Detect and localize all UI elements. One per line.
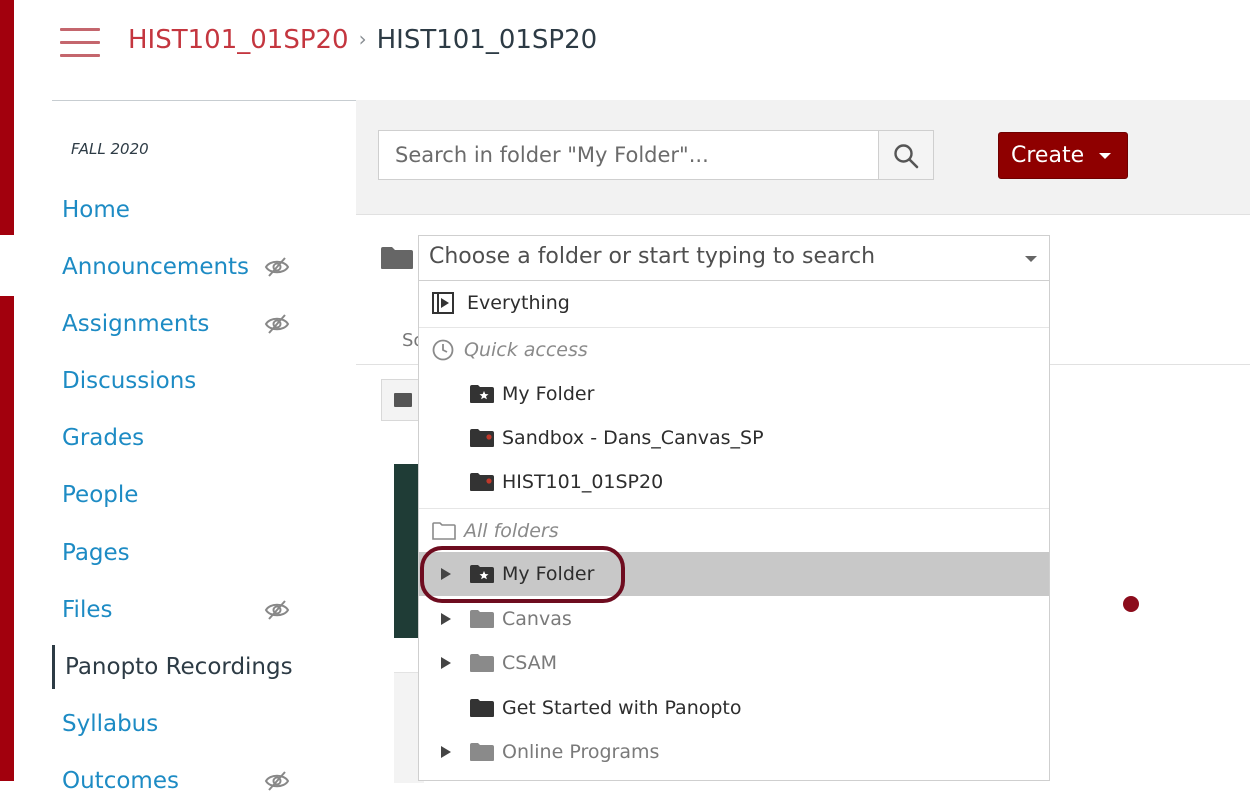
caret-down-icon[interactable] <box>1025 256 1037 262</box>
term-label: FALL 2020 <box>71 140 149 158</box>
list-item-label: Everything <box>467 292 570 314</box>
list-item-online-programs[interactable]: Online Programs <box>419 730 1049 774</box>
folder-search-input[interactable] <box>378 130 878 180</box>
folder-icon <box>470 743 494 761</box>
list-item-label: My Folder <box>502 563 595 585</box>
breadcrumb-course-link[interactable]: HIST101_01SP20 <box>128 25 349 55</box>
nav-item-home[interactable]: Home <box>62 188 342 232</box>
session-thumbnail[interactable] <box>394 464 420 638</box>
list-item-csam[interactable]: CSAM <box>419 641 1049 685</box>
folder-icon <box>381 247 413 269</box>
play-list-icon <box>432 292 454 314</box>
brand-accent-bar-top <box>0 0 14 235</box>
eye-slash-icon <box>264 314 290 334</box>
folder-dropdown: Everything Quick access My Folder Sandbo… <box>418 281 1050 781</box>
search-button[interactable] <box>878 130 934 180</box>
folder-icon <box>470 699 494 717</box>
list-item-label: My Folder <box>502 383 595 405</box>
brand-accent-bar-bottom <box>0 296 14 781</box>
nav-item-discussions[interactable]: Discussions <box>62 359 342 403</box>
folder-linked-icon <box>470 429 494 447</box>
folder-linked-icon <box>470 473 494 491</box>
breadcrumb: HIST101_01SP20 › HIST101_01SP20 <box>128 22 597 57</box>
nav-item-label: Discussions <box>62 368 197 394</box>
nav-item-panopto-recordings[interactable]: Panopto Recordings <box>52 645 339 689</box>
nav-item-people[interactable]: People <box>62 473 342 517</box>
breadcrumb-current: HIST101_01SP20 <box>376 25 598 55</box>
nav-item-outcomes[interactable]: Outcomes <box>62 759 342 803</box>
section-heading: All folders <box>464 520 559 542</box>
list-item-label: Canvas <box>502 608 572 630</box>
section-heading: Quick access <box>464 339 588 361</box>
folder-chooser-placeholder: Choose a folder or start typing to searc… <box>429 244 876 269</box>
eye-slash-icon <box>264 257 290 277</box>
folder-icon <box>394 393 412 407</box>
list-item-label: Sandbox - Dans_Canvas_SP <box>502 427 764 449</box>
nav-item-pages[interactable]: Pages <box>62 531 342 575</box>
clock-icon <box>432 339 454 361</box>
list-item-my-folder[interactable]: My Folder <box>419 552 1049 596</box>
nav-item-label: Files <box>62 597 113 623</box>
section-quick-access: Quick access <box>419 327 1049 372</box>
course-navigation: FALL 2020 Home Announcements Assignments… <box>52 100 356 794</box>
search-icon <box>894 144 919 169</box>
nav-item-label: Grades <box>62 425 145 451</box>
nav-item-label: Syllabus <box>62 711 159 737</box>
create-button-label: Create <box>1011 143 1085 168</box>
nav-item-label: Panopto Recordings <box>65 654 293 680</box>
folder-star-icon <box>470 565 494 583</box>
create-button[interactable]: Create <box>998 132 1128 179</box>
nav-item-label: Outcomes <box>62 768 179 794</box>
eye-slash-icon <box>264 771 290 791</box>
nav-item-label: Announcements <box>62 254 250 280</box>
list-item-quick-sandbox[interactable]: Sandbox - Dans_Canvas_SP <box>419 416 1049 460</box>
expand-arrow-icon[interactable] <box>441 613 451 625</box>
list-item-label: Online Programs <box>502 741 660 763</box>
folder-icon <box>470 610 494 628</box>
list-item-canvas[interactable]: Canvas <box>419 597 1049 641</box>
folder-outline-icon <box>432 522 456 540</box>
nav-item-grades[interactable]: Grades <box>62 416 342 460</box>
folder-icon <box>470 654 494 672</box>
folder-action-button[interactable] <box>381 379 421 421</box>
section-all-folders: All folders <box>419 508 1049 553</box>
breadcrumb-separator: › <box>358 27 367 51</box>
nav-item-announcements[interactable]: Announcements <box>62 245 342 289</box>
list-item-quick-hist101[interactable]: HIST101_01SP20 <box>419 460 1049 504</box>
folder-star-icon <box>470 385 494 403</box>
list-item-get-started[interactable]: Get Started with Panopto <box>419 686 1049 730</box>
expand-arrow-icon[interactable] <box>441 746 451 758</box>
folder-chooser[interactable]: Choose a folder or start typing to searc… <box>418 235 1050 281</box>
list-item-label: CSAM <box>502 652 558 674</box>
expand-arrow-icon[interactable] <box>441 568 451 580</box>
nav-item-label: Home <box>62 197 130 223</box>
list-item-quick-my-folder[interactable]: My Folder <box>419 372 1049 416</box>
nav-item-label: Assignments <box>62 311 210 337</box>
status-dot <box>1123 596 1139 612</box>
panopto-toolbar: Create <box>356 100 1250 215</box>
nav-item-label: Pages <box>62 540 130 566</box>
course-header: HIST101_01SP20 › HIST101_01SP20 <box>52 0 1250 101</box>
eye-slash-icon <box>264 600 290 620</box>
list-item-label: Get Started with Panopto <box>502 697 742 719</box>
list-item-everything[interactable]: Everything <box>419 281 1049 325</box>
menu-toggle-icon[interactable] <box>60 28 100 60</box>
nav-item-files[interactable]: Files <box>62 588 342 632</box>
nav-item-assignments[interactable]: Assignments <box>62 302 342 346</box>
nav-item-syllabus[interactable]: Syllabus <box>62 702 342 746</box>
list-item-label: HIST101_01SP20 <box>502 471 664 493</box>
expand-arrow-icon[interactable] <box>441 657 451 669</box>
caret-down-icon <box>1099 153 1111 159</box>
nav-item-label: People <box>62 482 139 508</box>
